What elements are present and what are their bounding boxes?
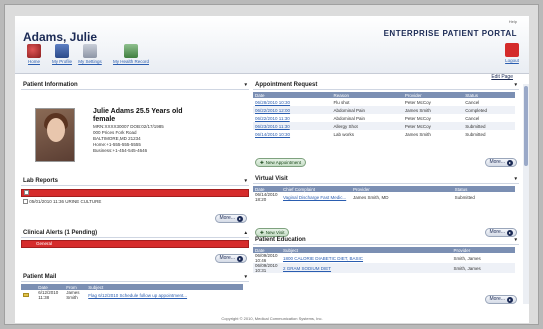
mail-from: James Smith xyxy=(66,290,80,300)
settings-icon xyxy=(83,44,97,58)
collapse-icon[interactable]: ▾ xyxy=(244,272,247,282)
logout-icon xyxy=(505,43,519,57)
lab-checkbox-icon[interactable] xyxy=(24,190,29,195)
appointment-more-button[interactable]: More... ▸ xyxy=(485,158,517,167)
copyright-footer: Copyright © 2010, Medical Communication … xyxy=(221,316,323,321)
clinical-alerts-title: Clinical Alerts (1 Pending) ▴ xyxy=(21,228,249,238)
education-table: Date Subject Provider 06/09/2010 10:46 1… xyxy=(253,247,515,273)
portal-page: Adams, Julie Help ENTERPRISE PATIENT POR… xyxy=(15,16,529,323)
arrow-right-icon: ▸ xyxy=(507,159,513,166)
appointment-row[interactable]: 06/22/2010 11:30 Abdominal Pain Peter McCo… xyxy=(253,114,515,122)
logout-button[interactable]: Logout xyxy=(505,43,519,63)
main-nav: Home My Profile My Settings My Health Re… xyxy=(23,44,155,64)
education-row[interactable]: 06/09/2010 10:31 2 GRAM SODIUM DIET Smit… xyxy=(253,263,515,273)
health-record-icon xyxy=(124,44,138,58)
nav-home-label: Home xyxy=(27,59,40,64)
nav-profile-label: My Profile xyxy=(51,59,72,64)
collapse-icon[interactable]: ▾ xyxy=(514,174,517,184)
portal-title: ENTERPRISE PATIENT PORTAL xyxy=(383,29,517,38)
patient-business-phone: Business:+1-454-545-4646 xyxy=(93,148,148,153)
collapse-icon[interactable]: ▾ xyxy=(244,176,247,186)
alerts-more-button[interactable]: More... ▸ xyxy=(215,254,247,263)
patient-name: Adams, Julie xyxy=(23,30,98,44)
appointment-table: Date Reason Provider Status 06/28/2010 1… xyxy=(253,92,515,138)
nav-my-settings[interactable]: My Settings xyxy=(78,44,102,64)
appointment-row[interactable]: 06/22/2010 12:00 Abdominal Pain James Smit… xyxy=(253,106,515,114)
page-scrollbar[interactable] xyxy=(523,84,529,304)
collapse-icon[interactable]: ▾ xyxy=(514,80,517,90)
nav-health-record[interactable]: My Health Record xyxy=(107,44,155,64)
lab-more-button[interactable]: More... ▸ xyxy=(215,214,247,223)
virtual-visit-title: Virtual Visit ▾ xyxy=(253,174,519,184)
plus-icon: ✚ xyxy=(260,160,264,165)
clinical-alert-row[interactable]: General xyxy=(21,240,249,248)
profile-icon xyxy=(55,44,69,58)
collapse-icon[interactable]: ▾ xyxy=(244,80,247,90)
patient-name-age: Julie Adams 25.5 Years old xyxy=(93,108,183,115)
mail-row[interactable]: 6/12/2010 11:38 James Smith Flag 6/12/20… xyxy=(21,290,243,300)
appointment-row[interactable]: 06/14/2010 10:30 Lab works James Smith Subm… xyxy=(253,130,515,138)
new-appointment-button[interactable]: ✚ New Appointment xyxy=(255,158,307,167)
home-icon xyxy=(27,44,41,58)
mail-table: Date From Subject 6/12/2010 11:38 James … xyxy=(21,284,243,300)
nav-my-profile[interactable]: My Profile xyxy=(51,44,73,64)
logout-label: Logout xyxy=(505,58,519,63)
patient-info-panel: Patient Information ▾ Julie Adams 25.5 Ye… xyxy=(21,80,249,180)
lab-report-desc: URINE CULTURE xyxy=(65,199,102,204)
lab-report-date: 05/01/2010 11:36 xyxy=(29,199,64,204)
mail-date: 6/12/2010 11:38 xyxy=(38,290,59,300)
virtual-visit-panel: Virtual Visit ▾ Date Chief Complaint Prov… xyxy=(253,174,519,237)
portal-header: Adams, Julie Help ENTERPRISE PATIENT POR… xyxy=(15,16,529,74)
collapse-icon[interactable]: ▾ xyxy=(514,235,517,245)
mail-envelope-icon xyxy=(21,290,36,300)
lab-reports-panel: Lab Reports ▾ 05/01/2010 11:36 URINE CULT… xyxy=(21,176,249,226)
help-link[interactable]: Help xyxy=(509,19,517,24)
patient-details: Julie Adams 25.5 Years old female MRN:XX… xyxy=(93,108,183,154)
lab-row-checkbox-icon[interactable] xyxy=(23,199,28,205)
appointment-panel: Appointment Request ▾ Date Reason Provide… xyxy=(253,80,519,170)
patient-info-title: Patient Information ▾ xyxy=(21,80,249,90)
patient-education-panel: Patient Education ▾ Date Subject Provider… xyxy=(253,235,519,307)
arrow-right-icon: ▸ xyxy=(507,296,513,303)
collapse-icon[interactable]: ▴ xyxy=(244,228,247,238)
lab-reports-title: Lab Reports ▾ xyxy=(21,176,249,186)
appointment-row[interactable]: 06/23/2010 11:30 Allergy Shot Peter McCoy S… xyxy=(253,122,515,130)
arrow-right-icon: ▸ xyxy=(237,215,243,222)
nav-settings-label: My Settings xyxy=(78,59,102,64)
virtual-visit-table: Date Chief Complaint Provider Status 06/… xyxy=(253,186,515,202)
clinical-alerts-panel: Clinical Alerts (1 Pending) ▴ General Mor… xyxy=(21,228,249,268)
patient-mail-title: Patient Mail ▾ xyxy=(21,272,249,282)
nav-health-record-label: My Health Record xyxy=(112,59,149,64)
mail-subject[interactable]: Flag 6/12/2010 Schedule follow up appoin… xyxy=(86,290,243,300)
education-more-button[interactable]: More... ▸ xyxy=(485,295,517,304)
lab-report-row[interactable]: 05/01/2010 11:36 URINE CULTURE xyxy=(21,199,249,205)
nav-home[interactable]: Home xyxy=(23,44,45,64)
appointment-row[interactable]: 06/28/2010 10:30 Flu shot Peter McCoy Cance… xyxy=(253,98,515,106)
visit-row[interactable]: 06/14/2010 18:20 Vaginal Discharge Fast … xyxy=(253,192,515,202)
patient-photo xyxy=(35,108,75,162)
lab-reports-header-bar xyxy=(21,189,249,197)
patient-sex: female xyxy=(93,116,116,123)
scrollbar-thumb[interactable] xyxy=(524,86,528,166)
patient-education-title: Patient Education ▾ xyxy=(253,235,519,245)
arrow-right-icon: ▸ xyxy=(237,255,243,262)
appointment-title: Appointment Request ▾ xyxy=(253,80,519,90)
patient-mail-panel: Patient Mail ▾ Date From Subject 6/12/201… xyxy=(21,272,249,320)
education-row[interactable]: 06/09/2010 10:46 1800 CALORIE DIABETIC D… xyxy=(253,253,515,263)
